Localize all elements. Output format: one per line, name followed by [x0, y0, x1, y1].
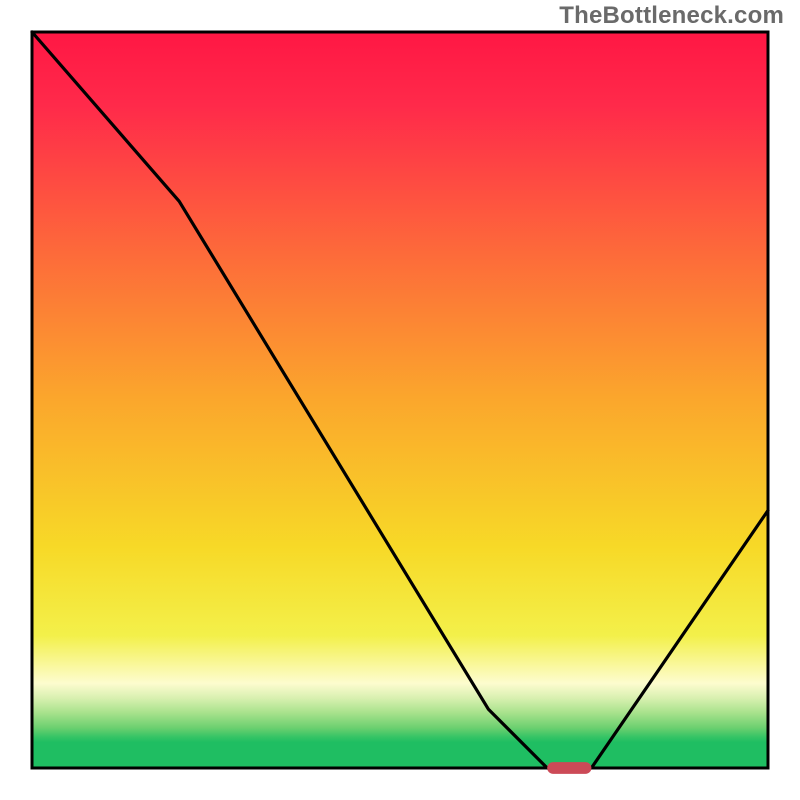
- chart-stage: TheBottleneck.com: [0, 0, 800, 800]
- optimum-marker: [547, 762, 591, 774]
- plot-background: [32, 32, 768, 768]
- bottleneck-chart: [0, 0, 800, 800]
